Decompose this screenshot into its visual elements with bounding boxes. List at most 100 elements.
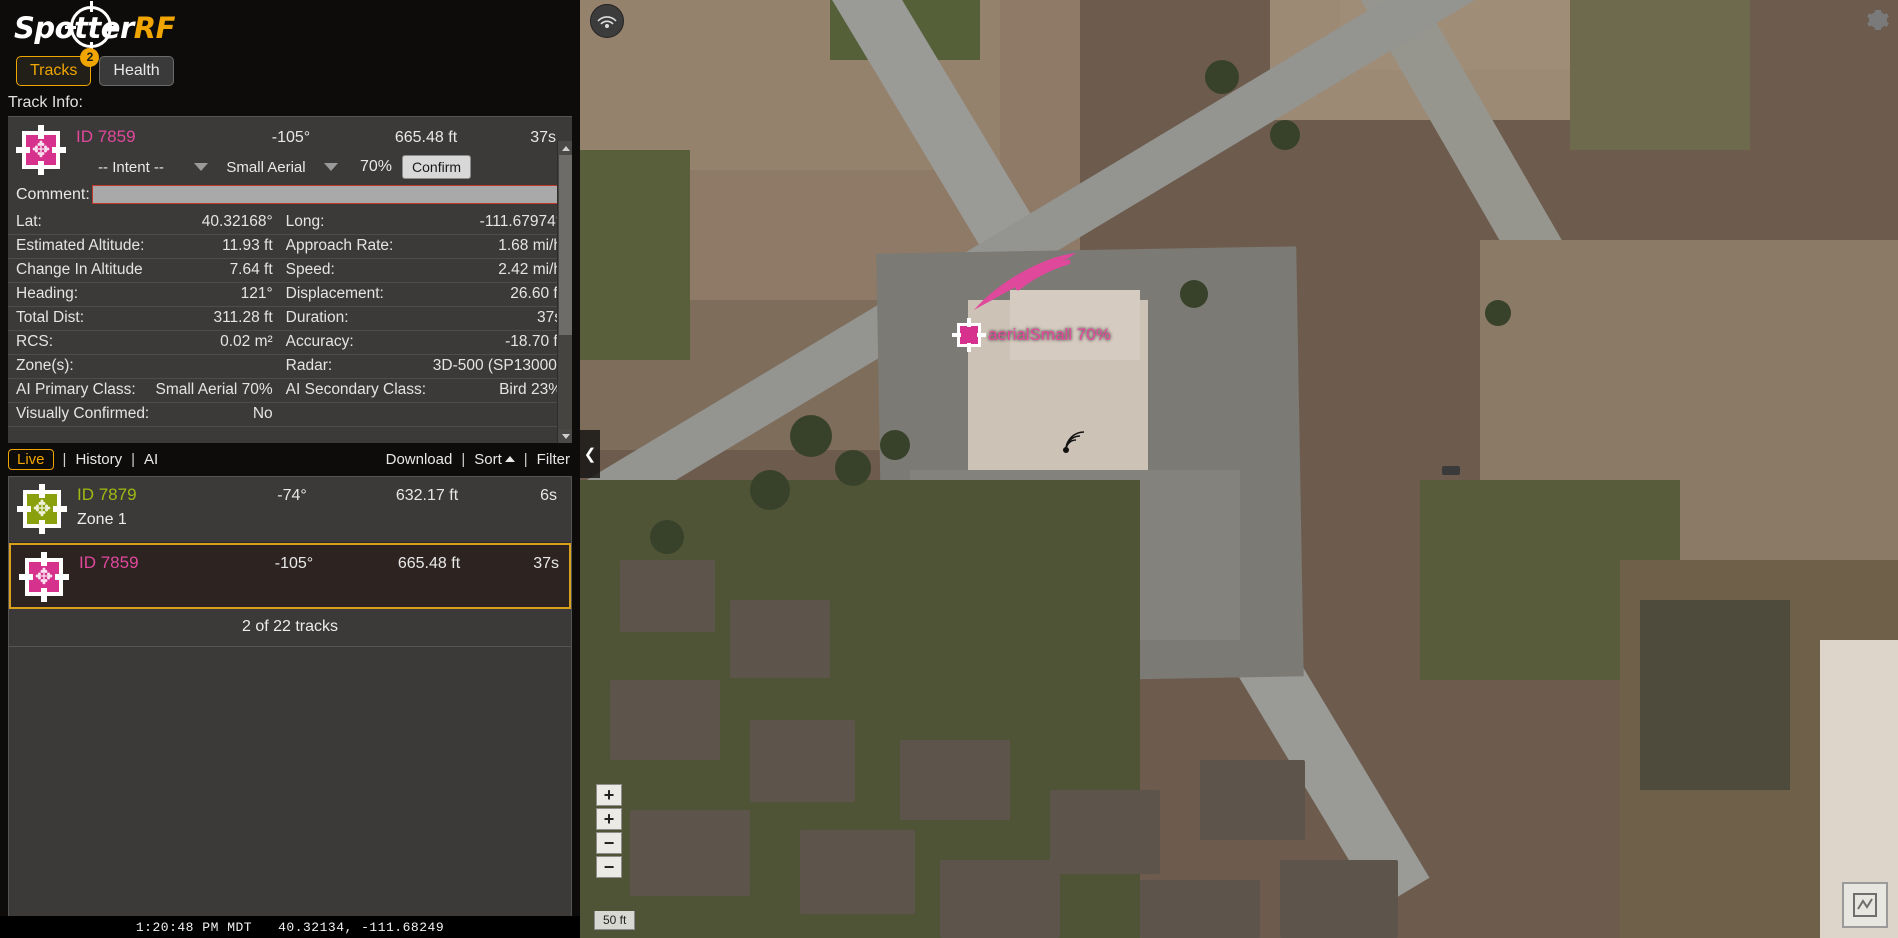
track-detail-k2: Radar: bbox=[281, 354, 430, 379]
track-detail-v2: -18.70 ft bbox=[429, 330, 572, 355]
track-row[interactable]: ✥ ID 7859 -105° 665.48 ft 37s bbox=[9, 543, 571, 609]
zoom-out-button[interactable]: − bbox=[596, 856, 622, 878]
track-detail-v2: 1.68 mi/h bbox=[429, 234, 572, 259]
track-info-bearing: -105° bbox=[271, 129, 311, 146]
separator: | bbox=[523, 451, 528, 468]
track-detail-row: Visually Confirmed: No bbox=[8, 402, 572, 427]
minimap-icon bbox=[1853, 893, 1877, 917]
comment-label: Comment: bbox=[16, 185, 90, 203]
chevron-down-icon bbox=[194, 163, 208, 171]
live-tab[interactable]: Live bbox=[8, 449, 54, 470]
app-root: SpotterRF Tracks 2 Health Track Info: ✥ bbox=[0, 0, 1898, 938]
zoom-out-fine-button[interactable]: − bbox=[596, 832, 622, 854]
tab-health[interactable]: Health bbox=[99, 56, 174, 86]
radar-coverage-toggle-button[interactable] bbox=[590, 4, 624, 38]
track-detail-v2: 26.60 ft bbox=[429, 282, 572, 307]
track-detail-v bbox=[152, 354, 282, 379]
track-detail-k2: AI Secondary Class: bbox=[281, 378, 430, 403]
track-detail-v: 40.32168° bbox=[152, 210, 282, 235]
track-row-id: ID 7879 bbox=[77, 485, 137, 504]
track-detail-row: Zone(s): Radar: 3D-500 (SP13000) bbox=[8, 354, 572, 379]
zoom-in-button[interactable]: + bbox=[596, 784, 622, 806]
tab-tracks[interactable]: Tracks 2 bbox=[16, 48, 100, 86]
filter-button[interactable]: Filter bbox=[537, 451, 570, 468]
track-row-bearing: -74° bbox=[277, 487, 307, 504]
status-time: 1:20:48 PM MDT bbox=[135, 919, 253, 935]
track-info-id[interactable]: ID 7859 bbox=[76, 127, 226, 147]
scroll-down-icon[interactable] bbox=[558, 429, 572, 443]
track-detail-k: Visually Confirmed: bbox=[8, 402, 153, 427]
classification-dropdown[interactable]: Small Aerial bbox=[216, 159, 346, 176]
history-tab[interactable]: History bbox=[75, 451, 122, 468]
settings-gear-icon[interactable] bbox=[1866, 8, 1890, 32]
track-detail-k: Estimated Altitude: bbox=[8, 234, 153, 259]
track-row-range: 632.17 ft bbox=[395, 487, 459, 504]
signal-waves-icon bbox=[597, 16, 617, 28]
sort-label: Sort bbox=[474, 451, 502, 468]
track-row-age: 6s bbox=[540, 487, 557, 504]
target-reticle-icon bbox=[65, 1, 117, 53]
track-row-range: 665.48 ft bbox=[397, 555, 461, 572]
confidence-value: 70% bbox=[360, 158, 393, 175]
comment-input[interactable] bbox=[91, 185, 564, 204]
track-row-age: 37s bbox=[533, 555, 559, 572]
track-detail-k2: Approach Rate: bbox=[281, 234, 430, 259]
panel-tabs: Tracks 2 Health bbox=[0, 48, 580, 92]
map-view[interactable]: aerialSmall 70% ❮ + + − − 50 ft bbox=[580, 0, 1898, 938]
track-list-empty-area bbox=[8, 647, 572, 938]
comment-row: Comment: bbox=[8, 179, 572, 208]
ai-tab[interactable]: AI bbox=[144, 451, 158, 468]
download-button[interactable]: Download bbox=[386, 451, 453, 468]
track-detail-k2: Displacement: bbox=[281, 282, 430, 307]
sort-button[interactable]: Sort bbox=[474, 451, 515, 468]
track-row[interactable]: ✥ ID 7879 -74° 632.17 ft 6s Zone 1 bbox=[9, 477, 571, 543]
track-detail-v2: 2.42 mi/h bbox=[429, 258, 572, 283]
track-row-zone bbox=[79, 573, 565, 579]
separator: | bbox=[461, 451, 466, 468]
track-detail-table: Lat: 40.32168° Long: -111.67974° Estimated A… bbox=[8, 210, 572, 427]
drone-target-icon: ✥ bbox=[17, 484, 67, 534]
track-detail-row: Lat: 40.32168° Long: -111.67974° bbox=[8, 210, 572, 235]
track-detail-v2: Bird 23% bbox=[429, 378, 572, 403]
scrollbar-thumb[interactable] bbox=[559, 155, 572, 335]
sidebar-panel: SpotterRF Tracks 2 Health Track Info: ✥ bbox=[0, 0, 580, 938]
track-detail-v: 311.28 ft bbox=[152, 306, 282, 331]
map-track-marker[interactable] bbox=[952, 318, 986, 352]
zoom-in-fine-button[interactable]: + bbox=[596, 808, 622, 830]
track-detail-v2: 37s bbox=[429, 306, 572, 331]
minimap-toggle[interactable] bbox=[1842, 882, 1888, 928]
brand-logo: SpotterRF bbox=[0, 0, 580, 53]
separator: | bbox=[131, 451, 136, 468]
intent-dropdown[interactable]: -- Intent -- bbox=[76, 159, 216, 176]
track-row-bearing: -105° bbox=[274, 555, 314, 572]
collapse-sidebar-button[interactable]: ❮ bbox=[580, 430, 600, 478]
track-detail-k: Total Dist: bbox=[8, 306, 153, 331]
track-detail-v: 7.64 ft bbox=[152, 258, 282, 283]
sort-ascending-icon bbox=[504, 456, 515, 462]
track-detail-row: AI Primary Class: Small Aerial 70% AI Seco… bbox=[8, 378, 572, 403]
tracks-badge: 2 bbox=[80, 48, 100, 67]
track-row-zone: Zone 1 bbox=[77, 511, 127, 528]
track-info-card: ✥ ID 7859 -105° 665.48 ft 37s -- Intent … bbox=[8, 116, 572, 443]
track-detail-v2: 3D-500 (SP13000) bbox=[429, 354, 572, 379]
map-track-label: aerialSmall 70% bbox=[988, 325, 1111, 344]
track-detail-v2 bbox=[429, 402, 572, 427]
track-detail-k: Change In Altitude bbox=[8, 258, 153, 283]
drone-target-icon: ✥ bbox=[19, 552, 69, 602]
map-zoom-controls: + + − − bbox=[596, 784, 622, 880]
scroll-up-icon[interactable] bbox=[558, 141, 572, 155]
radar-sensor-icon[interactable] bbox=[1058, 428, 1088, 458]
status-bar: 1:20:48 PM MDT 40.32134, -111.68249 bbox=[0, 916, 580, 938]
chevron-down-icon bbox=[324, 163, 338, 171]
track-detail-v: 11.93 ft bbox=[152, 234, 282, 259]
track-info-scrollbar[interactable] bbox=[557, 141, 572, 443]
track-info-header: ✥ ID 7859 -105° 665.48 ft 37s -- Intent … bbox=[8, 117, 572, 179]
track-detail-row: RCS: 0.02 m² Accuracy: -18.70 ft bbox=[8, 330, 572, 355]
confirm-button[interactable]: Confirm bbox=[402, 155, 472, 179]
track-detail-k: AI Primary Class: bbox=[8, 378, 153, 403]
track-trail bbox=[974, 253, 1076, 310]
track-detail-k2: Long: bbox=[281, 210, 430, 235]
track-info-age: 37s bbox=[530, 129, 556, 146]
satellite-imagery bbox=[580, 0, 1898, 938]
map-scale-bar: 50 ft bbox=[594, 911, 636, 930]
